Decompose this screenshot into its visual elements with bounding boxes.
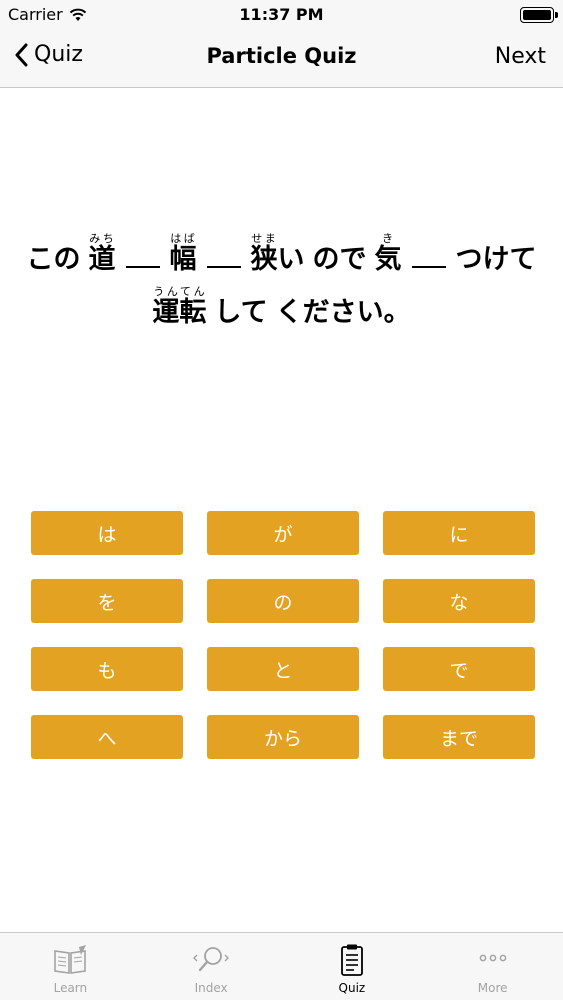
answer-button[interactable]: で: [383, 647, 535, 691]
answer-blank: [206, 244, 241, 268]
more-icon: [479, 954, 506, 962]
answer-button[interactable]: から: [207, 715, 359, 759]
question-kanji: 道みち: [88, 232, 116, 275]
clipboard-icon: [340, 944, 363, 976]
question-word: ください。: [275, 297, 411, 328]
question-word: つけて: [455, 244, 537, 275]
status-bar: Carrier 11:37 PM: [0, 0, 563, 30]
chevron-left-icon: [15, 43, 28, 66]
tab-label: Index: [194, 981, 228, 995]
question-word: この: [26, 244, 81, 275]
tab-index[interactable]: Index: [141, 933, 282, 1000]
answer-button[interactable]: の: [207, 579, 359, 623]
answer-grid: は が に を の な も と で へ から まで: [31, 511, 536, 759]
tab-label: More: [477, 981, 508, 995]
tab-more[interactable]: More: [422, 933, 563, 1000]
question-kanji: 運転うんてん: [152, 285, 207, 328]
answer-blank: [125, 244, 160, 268]
answer-button[interactable]: を: [31, 579, 183, 623]
question-word: ので: [312, 244, 367, 275]
battery-icon: [520, 7, 558, 23]
question-kanji: 気き: [374, 232, 402, 275]
answer-button[interactable]: へ: [31, 715, 183, 759]
answer-button[interactable]: は: [31, 511, 183, 555]
question-kanji: 幅はば: [169, 232, 197, 275]
question-sentence: この 道みち 幅はば 狭せまい ので 気き つけて 運転うんてんして ください。: [0, 232, 563, 338]
answer-button[interactable]: に: [383, 511, 535, 555]
answer-button[interactable]: と: [207, 647, 359, 691]
question-word: して: [214, 297, 268, 328]
answer-blank: [411, 244, 446, 268]
page-title: Particle Quiz: [206, 44, 357, 68]
tab-bar: Learn Index Quiz More: [0, 932, 563, 1000]
search-icon: [193, 947, 230, 972]
answer-button[interactable]: な: [383, 579, 535, 623]
book-icon: [54, 945, 87, 974]
question-word: 狭せまい: [250, 232, 305, 275]
back-label: Quiz: [34, 42, 83, 67]
tab-label: Quiz: [338, 981, 366, 995]
tab-quiz[interactable]: Quiz: [282, 933, 423, 1000]
question-line-2: 運転うんてんして ください。: [0, 285, 563, 338]
tab-label: Learn: [53, 981, 88, 995]
question-line-1: この 道みち 幅はば 狭せまい ので 気き つけて: [0, 232, 563, 285]
answer-button[interactable]: が: [207, 511, 359, 555]
answer-button[interactable]: も: [31, 647, 183, 691]
navigation-bar: Quiz Particle Quiz Next: [0, 30, 563, 88]
answer-button[interactable]: まで: [383, 715, 535, 759]
back-button[interactable]: Quiz: [14, 42, 83, 67]
next-button[interactable]: Next: [495, 44, 546, 69]
status-time: 11:37 PM: [239, 5, 324, 24]
tab-learn[interactable]: Learn: [0, 933, 141, 1000]
